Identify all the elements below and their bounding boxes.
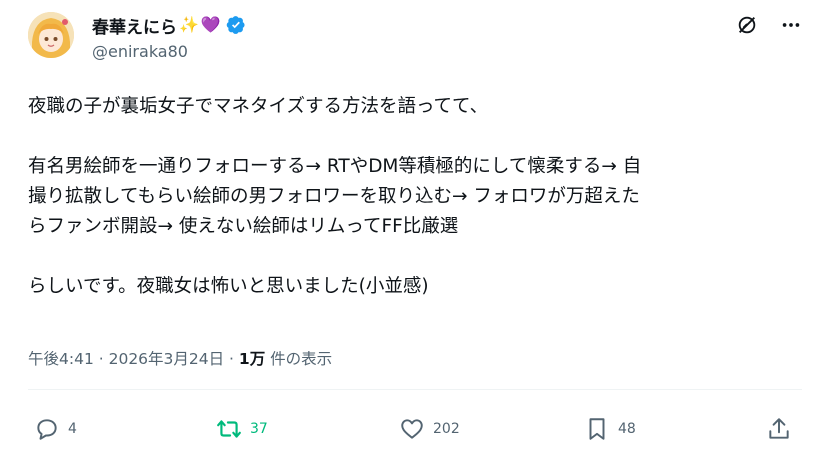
- reply-count: 4: [68, 421, 77, 437]
- tweet-line: らしいです。夜職女は怖いと思いました(小並感): [28, 276, 429, 297]
- retweet-button[interactable]: 37: [216, 416, 268, 442]
- like-count: 202: [433, 421, 460, 437]
- reply-button[interactable]: 4: [34, 416, 77, 442]
- author-display-name[interactable]: 春華えにら: [92, 13, 177, 38]
- verified-badge-icon[interactable]: [226, 15, 246, 35]
- divider: [28, 389, 802, 390]
- like-button[interactable]: 202: [399, 416, 460, 442]
- views-count: 1万: [238, 350, 266, 368]
- like-icon: [401, 419, 423, 439]
- tweet-line: らファンボ開設→ 使えない絵師はリムってFF比厳選: [28, 216, 459, 237]
- tweet-time[interactable]: 午後4:41: [28, 350, 94, 368]
- tweet-meta: 午後4:41 · 2026年3月24日 · 1万 件の表示: [28, 347, 332, 369]
- tweet-line: 有名男絵師を一通りフォローする→ RTやDM等積極的にして懐柔する→ 自: [28, 156, 642, 177]
- views-label: 件の表示: [265, 350, 333, 368]
- bookmark-button[interactable]: 48: [584, 416, 636, 442]
- avatar-illustration: [28, 12, 74, 58]
- more-button[interactable]: [780, 14, 802, 36]
- bookmark-icon: [589, 418, 605, 440]
- grok-button[interactable]: [736, 14, 758, 36]
- share-button[interactable]: [766, 416, 792, 442]
- retweet-count: 37: [250, 421, 268, 437]
- purple-heart-emoji: 💜: [200, 15, 221, 34]
- tweet-line: 撮り拡散してもらい絵師の男フォロワーを取り込む→ フォロワが万超えた: [28, 186, 640, 207]
- grok-icon: [738, 16, 756, 34]
- meta-separator: ·: [93, 350, 109, 368]
- sparkles-emoji: ✨: [179, 15, 199, 34]
- tweet-line: 夜職の子が裏垢女子でマネタイズする方法を語ってて、: [28, 96, 489, 117]
- bookmark-count: 48: [618, 421, 636, 437]
- author-name-row[interactable]: 春華えにら ✨ 💜: [92, 12, 246, 38]
- meta-separator: ·: [224, 350, 239, 368]
- reply-icon: [37, 419, 57, 440]
- author-handle[interactable]: @eniraka80: [92, 42, 188, 61]
- more-icon: [782, 23, 800, 27]
- retweet-icon: [217, 420, 241, 438]
- share-icon: [769, 418, 789, 439]
- tweet-date[interactable]: 2026年3月24日: [109, 350, 225, 368]
- tweet-text: 夜職の子が裏垢女子でマネタイズする方法を語ってて、 有名男絵師を一通りフォローす…: [28, 92, 808, 302]
- avatar[interactable]: [28, 12, 74, 58]
